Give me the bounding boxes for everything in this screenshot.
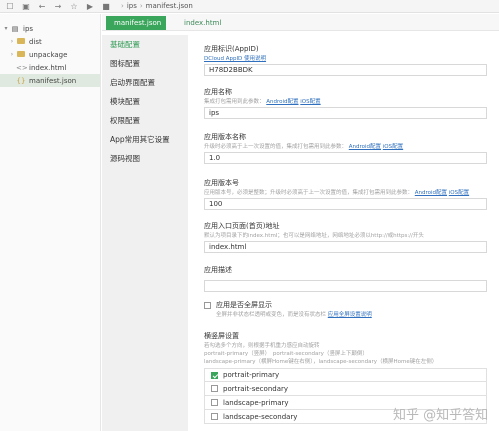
- android-config-link[interactable]: Android配置: [349, 144, 381, 150]
- back-arrow-icon[interactable]: ←: [36, 0, 48, 12]
- version-code-label: 应用版本号: [204, 179, 239, 187]
- nav-item-source-view[interactable]: 源码视图: [102, 149, 188, 168]
- html-file-icon: <>: [16, 63, 28, 72]
- breadcrumb: › ips › manifest.json: [118, 2, 193, 10]
- orientation-checkbox[interactable]: [211, 399, 218, 406]
- nav-item-basic[interactable]: 基础配置: [102, 35, 188, 54]
- orientation-desc-line: portrait-primary（竖屏） portrait-secondary（…: [204, 351, 368, 357]
- option-label: landscape-secondary: [223, 412, 298, 421]
- nav-item-app-other[interactable]: App常用其它设置: [102, 130, 188, 149]
- orientation-desc-line: landscape-primary（横屏Home键在右侧），landscape-…: [204, 359, 438, 365]
- tab-label: manifest.json: [114, 19, 162, 27]
- entry-desc: 默认为项目录下的index.html；也可以是网络地址，网络地址必须以http:…: [204, 233, 424, 239]
- version-code-input[interactable]: 100: [204, 198, 487, 210]
- version-code-desc: 应用版本号，必须是整数；升级时必须高于上一次设置的值，集成打包需用到此参数：: [204, 190, 414, 196]
- project-explorer: ▾ ▤ ips › dist › unpackage <> index.html…: [0, 14, 101, 431]
- stop-icon[interactable]: ■: [100, 0, 112, 12]
- android-config-link[interactable]: Android配置: [266, 99, 298, 105]
- nav-item-modules[interactable]: 模块配置: [102, 92, 188, 111]
- config-sidenav: 基础配置 图标配置 启动界面配置 模块配置 权限配置 App常用其它设置 源码视…: [102, 35, 188, 431]
- chevron-right-icon: ›: [121, 2, 124, 10]
- watermark: 知乎 @知乎答知: [393, 408, 489, 423]
- ios-config-link[interactable]: iOS配置: [383, 144, 403, 150]
- android-config-link[interactable]: Android配置: [415, 190, 447, 196]
- orientation-label: 横竖屏设置: [204, 332, 239, 340]
- nav-item-icons[interactable]: 图标配置: [102, 54, 188, 73]
- fullscreen-checkbox[interactable]: [204, 301, 211, 309]
- chevron-right-icon[interactable]: ›: [8, 38, 16, 45]
- orientation-option-portrait-primary[interactable]: portrait-primary: [204, 368, 487, 382]
- tree-item-manifest-json[interactable]: {} manifest.json: [0, 74, 100, 87]
- chevron-down-icon[interactable]: ▾: [2, 25, 10, 32]
- page-icon[interactable]: ☐: [4, 0, 16, 12]
- tab-index-html[interactable]: index.html: [176, 16, 229, 30]
- nav-item-splash[interactable]: 启动界面配置: [102, 73, 188, 92]
- tree-item-label: ips: [23, 24, 34, 33]
- version-name-label: 应用版本名称: [204, 133, 246, 141]
- appid-label: 应用标识(AppID): [204, 45, 259, 53]
- forward-arrow-icon[interactable]: →: [52, 0, 64, 12]
- config-form: 应用标识(AppID) DCloud AppID 使用说明 H78D2BBDK …: [196, 35, 499, 431]
- app-name-label: 应用名称: [204, 88, 232, 96]
- json-file-icon: {}: [16, 76, 26, 85]
- star-icon[interactable]: ☆: [68, 0, 80, 12]
- appid-help-link[interactable]: DCloud AppID 使用说明: [204, 56, 266, 62]
- fullscreen-field-group: 应用是否全屏显示 全屏并非状态栏透明或变色，而是没有状态栏 应用全屏设置说明: [204, 300, 487, 318]
- save-icon[interactable]: ▣: [20, 0, 32, 12]
- version-name-input[interactable]: 1.0: [204, 152, 487, 164]
- breadcrumb-item-file[interactable]: manifest.json: [146, 2, 193, 10]
- breadcrumb-item-project[interactable]: ips: [127, 2, 137, 10]
- appid-input[interactable]: H78D2BBDK: [204, 64, 487, 76]
- run-icon[interactable]: ▶: [84, 0, 96, 12]
- ios-config-link[interactable]: iOS配置: [449, 190, 469, 196]
- version-code-field-group: 应用版本号 应用版本号，必须是整数；升级时必须高于上一次设置的值，集成打包需用到…: [204, 178, 487, 210]
- description-label: 应用描述: [204, 266, 232, 274]
- tree-item-dist[interactable]: › dist: [0, 35, 100, 48]
- folder-icon: [16, 50, 26, 59]
- version-name-desc: 升级时必须高于上一次设置的值，集成打包需用到此参数：: [204, 144, 348, 150]
- app-name-input[interactable]: ips: [204, 107, 487, 119]
- app-name-desc: 集成打包需用到此参数：: [204, 99, 265, 105]
- fullscreen-help-link[interactable]: 应用全屏设置说明: [328, 312, 372, 318]
- description-input[interactable]: [204, 280, 487, 292]
- option-label: portrait-secondary: [223, 384, 289, 393]
- tab-label: index.html: [184, 19, 222, 27]
- option-label: landscape-primary: [223, 398, 289, 407]
- tree-item-root[interactable]: ▾ ▤ ips: [0, 22, 100, 35]
- editor-tabs: manifest.json index.html: [102, 14, 499, 31]
- description-field-group: 应用描述: [204, 265, 487, 292]
- tree-item-label: unpackage: [29, 50, 68, 59]
- option-label: portrait-primary: [223, 371, 280, 379]
- entry-label: 应用入口页面(首页)地址: [204, 222, 280, 230]
- fullscreen-desc: 全屏并非状态栏透明或变色，而是没有状态栏: [216, 312, 327, 318]
- orientation-checkbox[interactable]: [211, 385, 218, 392]
- orientation-checkbox[interactable]: [211, 413, 218, 420]
- chevron-right-icon[interactable]: ›: [8, 51, 16, 58]
- app-name-field-group: 应用名称 集成打包需用到此参数： Android配置 iOS配置 ips: [204, 87, 487, 119]
- folder-icon: [16, 37, 26, 46]
- orientation-checkbox[interactable]: [211, 371, 218, 379]
- tree-item-index-html[interactable]: <> index.html: [0, 61, 100, 74]
- chevron-right-icon: ›: [139, 2, 143, 10]
- tree-item-label: dist: [29, 37, 42, 46]
- tree-item-label: index.html: [29, 63, 67, 72]
- tree-item-label: manifest.json: [29, 76, 77, 85]
- fullscreen-label: 应用是否全屏显示: [216, 301, 272, 309]
- entry-input[interactable]: index.html: [204, 241, 487, 253]
- orientation-option-portrait-secondary[interactable]: portrait-secondary: [204, 382, 487, 396]
- version-name-field-group: 应用版本名称 升级时必须高于上一次设置的值，集成打包需用到此参数： Androi…: [204, 132, 487, 164]
- ios-config-link[interactable]: iOS配置: [300, 99, 320, 105]
- top-toolbar: ☐ ▣ ← → ☆ ▶ ■ › ips › manifest.json: [0, 0, 499, 13]
- nav-item-permissions[interactable]: 权限配置: [102, 111, 188, 130]
- project-icon: ▤: [11, 24, 19, 33]
- appid-field-group: 应用标识(AppID) DCloud AppID 使用说明 H78D2BBDK: [204, 44, 487, 76]
- orientation-desc-line: 若勾选多个方向，则根据手机重力感应自动旋转: [204, 343, 320, 349]
- entry-field-group: 应用入口页面(首页)地址 默认为项目录下的index.html；也可以是网络地址…: [204, 221, 487, 253]
- tree-item-unpackage[interactable]: › unpackage: [0, 48, 100, 61]
- tab-manifest-json[interactable]: manifest.json: [106, 16, 166, 30]
